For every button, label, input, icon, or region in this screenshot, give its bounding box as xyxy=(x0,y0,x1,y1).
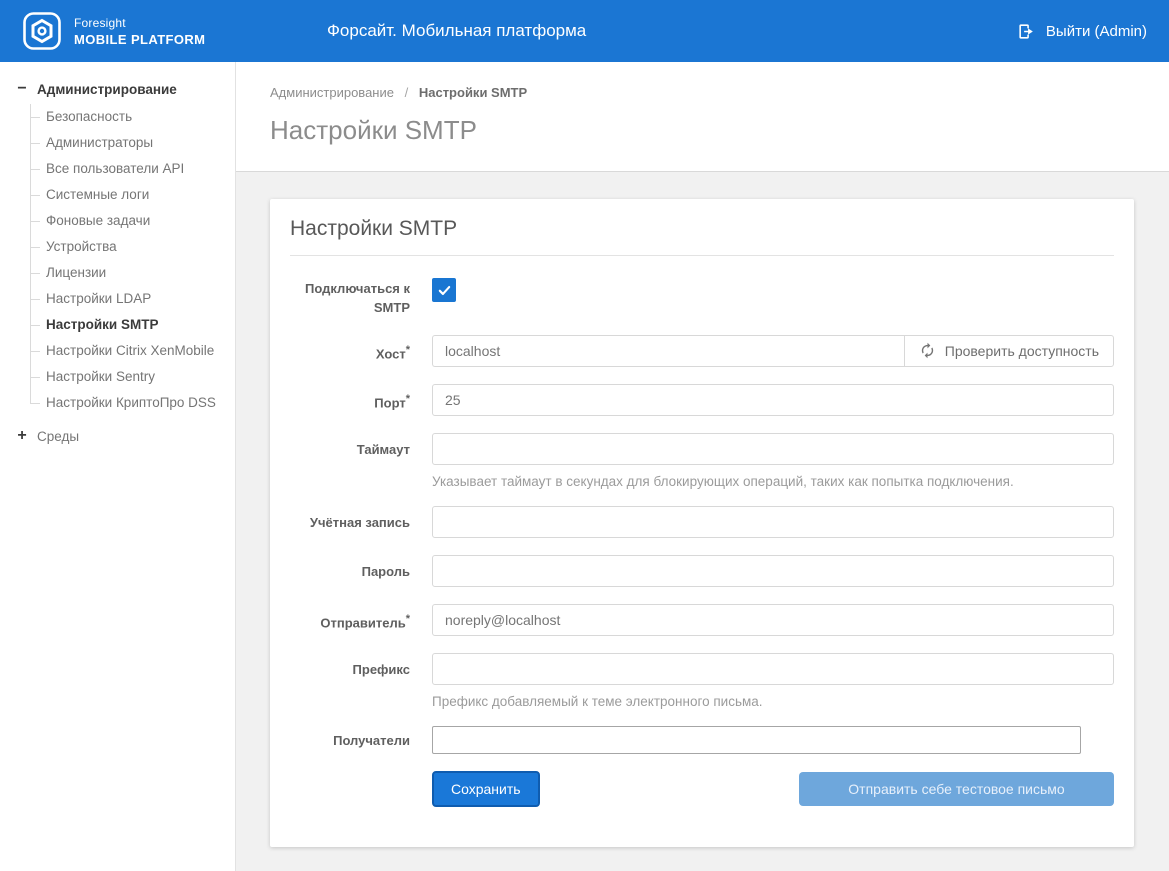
account-label: Учётная запись xyxy=(290,506,410,533)
required-marker: * xyxy=(406,613,410,625)
sidebar-item-security[interactable]: Безопасность xyxy=(30,104,235,130)
smtp-settings-card: Настройки SMTP Подключаться к SMTP Хос xyxy=(270,199,1134,847)
sidebar-item-licenses[interactable]: Лицензии xyxy=(30,260,235,286)
expand-plus-icon[interactable]: + xyxy=(16,430,28,442)
connect-smtp-label: Подключаться к SMTP xyxy=(290,278,410,318)
app-logo: Foresight MOBILE PLATFORM xyxy=(22,11,205,51)
password-label: Пароль xyxy=(290,555,410,582)
check-availability-label: Проверить доступность xyxy=(945,343,1099,359)
save-button[interactable]: Сохранить xyxy=(432,771,540,807)
port-row: Порт* xyxy=(290,384,1114,416)
required-marker: * xyxy=(406,344,410,356)
sidebar-section-administration[interactable]: − Администрирование xyxy=(16,78,235,100)
sidebar-item-sentry-settings[interactable]: Настройки Sentry xyxy=(30,364,235,390)
prefix-label: Префикс xyxy=(290,653,410,680)
sender-label: Отправитель* xyxy=(290,604,410,633)
sidebar-item-api-users[interactable]: Все пользователи API xyxy=(30,156,235,182)
card-heading: Настройки SMTP xyxy=(290,217,1114,256)
recipients-row: Получатели Сохранить Отправить себе тест… xyxy=(290,726,1114,807)
sidebar-item-system-logs[interactable]: Системные логи xyxy=(30,182,235,208)
password-row: Пароль xyxy=(290,555,1114,587)
sidebar-item-citrix-settings[interactable]: Настройки Citrix XenMobile xyxy=(30,338,235,364)
logo-line1: Foresight xyxy=(74,16,205,30)
logo-text: Foresight MOBILE PLATFORM xyxy=(74,16,205,47)
sidebar-nav: − Администрирование Безопасность Админис… xyxy=(0,62,236,871)
sidebar-item-ldap-settings[interactable]: Настройки LDAP xyxy=(30,286,235,312)
prefix-row: Префикс Префикс добавляемый к теме элект… xyxy=(290,653,1114,709)
account-row: Учётная запись xyxy=(290,506,1114,538)
timeout-input[interactable] xyxy=(432,433,1114,465)
sidebar-item-cryptopro-settings[interactable]: Настройки КриптоПро DSS xyxy=(30,390,235,416)
sidebar-section-label: Администрирование xyxy=(37,82,177,97)
sidebar-item-devices[interactable]: Устройства xyxy=(30,234,235,260)
host-input[interactable] xyxy=(432,335,904,367)
foresight-logo-icon xyxy=(22,11,62,51)
logout-button[interactable]: Выйти (Admin) xyxy=(1017,22,1147,41)
sidebar-section-environments[interactable]: + Среды xyxy=(16,425,235,447)
logout-icon xyxy=(1017,22,1036,41)
host-label: Хост* xyxy=(290,335,410,364)
sender-row: Отправитель* xyxy=(290,604,1114,636)
breadcrumb-separator: / xyxy=(405,85,409,100)
breadcrumb-current: Настройки SMTP xyxy=(419,85,527,100)
form-buttons: Сохранить Отправить себе тестовое письмо xyxy=(432,771,1114,807)
sidebar-item-administrators[interactable]: Администраторы xyxy=(30,130,235,156)
refresh-icon xyxy=(919,342,936,359)
recipients-label: Получатели xyxy=(290,726,410,751)
timeout-hint: Указывает таймаут в секундах для блокиру… xyxy=(432,474,1114,489)
prefix-input[interactable] xyxy=(432,653,1114,685)
connect-smtp-row: Подключаться к SMTP xyxy=(290,278,1114,318)
page-topbar: Администрирование / Настройки SMTP Настр… xyxy=(236,62,1169,172)
content-area: Настройки SMTP Подключаться к SMTP Хос xyxy=(236,172,1169,871)
host-row: Хост* Проверить доступность xyxy=(290,335,1114,367)
breadcrumb-parent[interactable]: Администрирование xyxy=(270,85,394,100)
send-test-email-button[interactable]: Отправить себе тестовое письмо xyxy=(799,772,1114,806)
breadcrumb: Администрирование / Настройки SMTP xyxy=(270,85,1169,100)
logout-label: Выйти (Admin) xyxy=(1046,23,1147,40)
password-input[interactable] xyxy=(432,555,1114,587)
connect-smtp-checkbox[interactable] xyxy=(432,278,456,302)
page-title: Настройки SMTP xyxy=(270,115,1169,146)
sidebar-tree: Безопасность Администраторы Все пользова… xyxy=(30,104,235,416)
sidebar-item-smtp-settings[interactable]: Настройки SMTP xyxy=(30,312,235,338)
required-marker: * xyxy=(406,393,410,405)
app-header: Foresight MOBILE PLATFORM Форсайт. Мобил… xyxy=(0,0,1169,62)
recipients-input[interactable] xyxy=(432,726,1081,754)
sender-input[interactable] xyxy=(432,604,1114,636)
port-label: Порт* xyxy=(290,384,410,413)
account-input[interactable] xyxy=(432,506,1114,538)
sidebar-section-label: Среды xyxy=(37,429,79,444)
checkmark-icon xyxy=(437,283,452,298)
app-title: Форсайт. Мобильная платформа xyxy=(327,21,586,41)
collapse-minus-icon[interactable]: − xyxy=(16,83,28,95)
prefix-hint: Префикс добавляемый к теме электронного … xyxy=(432,694,1114,709)
timeout-label: Таймаут xyxy=(290,433,410,460)
logo-line2: MOBILE PLATFORM xyxy=(74,32,205,47)
timeout-row: Таймаут Указывает таймаут в секундах для… xyxy=(290,433,1114,489)
sidebar-item-background-tasks[interactable]: Фоновые задачи xyxy=(30,208,235,234)
port-input[interactable] xyxy=(432,384,1114,416)
check-availability-button[interactable]: Проверить доступность xyxy=(904,335,1114,367)
